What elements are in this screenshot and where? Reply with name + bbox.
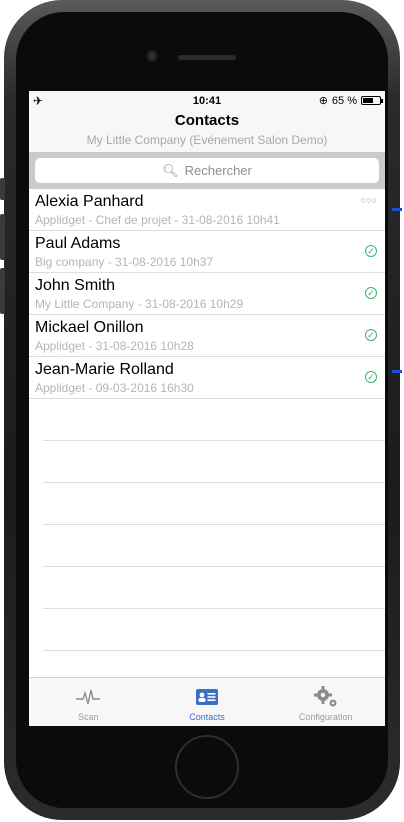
gears-icon bbox=[312, 685, 340, 709]
event-subtitle: My Little Company (Evénement Salon Demo) bbox=[86, 133, 328, 147]
contact-meta: Applidget - 09-03-2016 16h30 bbox=[35, 381, 194, 395]
synced-check-icon: ✓ bbox=[365, 287, 377, 299]
pulse-icon bbox=[75, 685, 101, 709]
front-camera bbox=[148, 52, 156, 60]
contact-name: Paul Adams bbox=[35, 235, 121, 252]
search-icon: 🔍︎ bbox=[162, 162, 179, 178]
contact-name: Jean-Marie Rolland bbox=[35, 361, 174, 378]
contact-card-icon bbox=[195, 685, 219, 709]
search-bar: 🔍︎ Rechercher bbox=[29, 152, 385, 189]
contact-row[interactable]: John Smith My Little Company - 31-08-201… bbox=[29, 273, 385, 315]
earpiece-speaker bbox=[178, 55, 236, 60]
app-screen: ✈ 10:41 ⊕ 65 % Contacts My Little Compan… bbox=[29, 91, 385, 726]
search-placeholder: Rechercher bbox=[184, 163, 252, 178]
contact-row[interactable]: Jean-Marie Rolland Applidget - 09-03-201… bbox=[29, 357, 385, 399]
tab-bar: Scan Contacts Configuration bbox=[29, 677, 385, 726]
volume-down-button[interactable] bbox=[0, 268, 5, 314]
contact-meta: Applidget - Chef de projet - 31-08-2016 … bbox=[35, 213, 280, 227]
pending-sync-icon: ○○○ bbox=[360, 195, 377, 205]
status-time: 10:41 bbox=[192, 94, 222, 107]
side-indicator bbox=[392, 208, 402, 211]
contact-name: Alexia Panhard bbox=[35, 193, 144, 210]
synced-check-icon: ✓ bbox=[365, 245, 377, 257]
navigation-bar: Contacts My Little Company (Evénement Sa… bbox=[29, 110, 385, 152]
tab-scan[interactable]: Scan bbox=[29, 678, 148, 726]
tab-label: Configuration bbox=[298, 712, 353, 722]
mute-switch[interactable] bbox=[0, 178, 5, 200]
contact-name: Mickael Onillon bbox=[35, 319, 144, 336]
tab-label: Scan bbox=[78, 712, 99, 722]
side-indicator bbox=[392, 370, 402, 373]
empty-row-separator bbox=[43, 399, 385, 441]
tab-contacts[interactable]: Contacts bbox=[148, 678, 267, 726]
contact-row[interactable]: Paul Adams Big company - 31-08-2016 10h3… bbox=[29, 231, 385, 273]
contact-row[interactable]: Mickael Onillon Applidget - 31-08-2016 1… bbox=[29, 315, 385, 357]
contact-meta: Big company - 31-08-2016 10h37 bbox=[35, 255, 214, 269]
search-input[interactable]: 🔍︎ Rechercher bbox=[35, 158, 379, 183]
empty-row-separator bbox=[43, 567, 385, 609]
tab-label: Contacts bbox=[189, 712, 225, 722]
empty-row-separator bbox=[43, 525, 385, 567]
empty-row-separator bbox=[43, 441, 385, 483]
battery-icon bbox=[361, 96, 383, 105]
contact-list: Alexia Panhard Applidget - Chef de proje… bbox=[29, 189, 385, 651]
home-button[interactable] bbox=[175, 735, 239, 799]
contact-meta: Applidget - 31-08-2016 10h28 bbox=[35, 339, 194, 353]
synced-check-icon: ✓ bbox=[365, 371, 377, 383]
status-bar: ✈ 10:41 ⊕ 65 % bbox=[29, 91, 385, 110]
tab-configuration[interactable]: Configuration bbox=[266, 678, 385, 726]
contact-meta: My Little Company - 31-08-2016 10h29 bbox=[35, 297, 244, 311]
contact-name: John Smith bbox=[35, 277, 116, 294]
volume-up-button[interactable] bbox=[0, 214, 5, 260]
empty-row-separator bbox=[43, 609, 385, 651]
contact-row[interactable]: Alexia Panhard Applidget - Chef de proje… bbox=[29, 189, 385, 231]
page-title: Contacts bbox=[174, 112, 240, 129]
empty-row-separator bbox=[43, 483, 385, 525]
synced-check-icon: ✓ bbox=[365, 329, 377, 341]
